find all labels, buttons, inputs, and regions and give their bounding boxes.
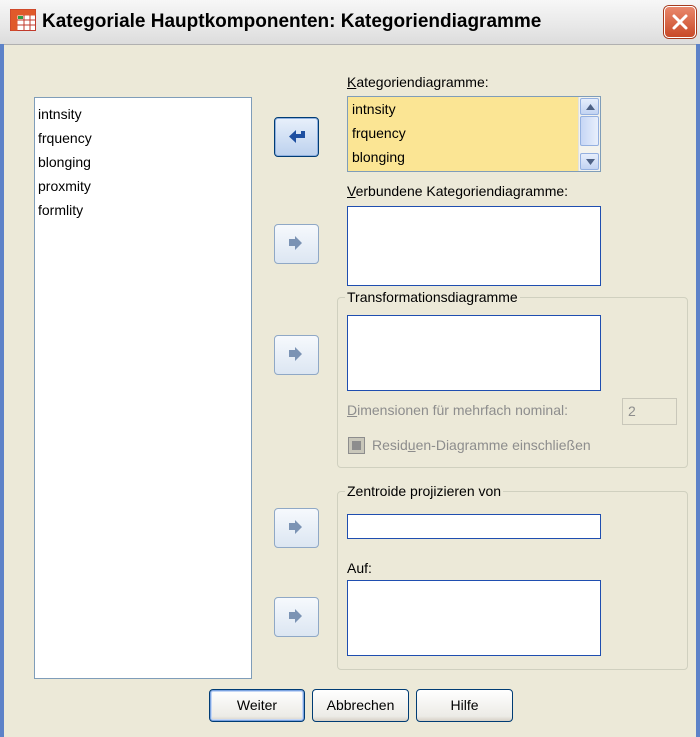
list-item[interactable]: intnsity xyxy=(348,97,600,121)
close-button[interactable] xyxy=(664,6,696,38)
dimensions-field[interactable]: 2 xyxy=(622,398,677,425)
arrow-right-icon xyxy=(289,609,302,623)
list-item[interactable]: frquency xyxy=(348,121,600,145)
list-item[interactable]: blonging xyxy=(35,150,251,174)
project-centroids-legend: Zentroide projizieren von xyxy=(345,483,504,499)
arrow-right-icon xyxy=(289,236,302,250)
transformation-plots-list[interactable] xyxy=(347,315,601,391)
category-plots-label: Kategoriendiagramme: xyxy=(347,74,489,90)
joint-category-plots-label: Verbundene Kategoriendiagramme: xyxy=(347,183,569,199)
move-transformation-plots-button[interactable] xyxy=(274,335,319,375)
close-icon xyxy=(672,14,688,30)
arrow-right-icon xyxy=(289,347,302,361)
category-plots-scrollbar[interactable] xyxy=(578,97,600,171)
dimensions-label: Dimensionen für mehrfach nominal: xyxy=(347,402,569,418)
window-title: Kategoriale Hauptkomponenten: Kategorien… xyxy=(42,11,542,32)
move-project-onto-button[interactable] xyxy=(274,597,319,637)
residuals-label: Residuen-Diagramme einschließen xyxy=(372,437,591,453)
scroll-down-button[interactable] xyxy=(580,153,599,170)
scroll-thumb[interactable] xyxy=(580,116,599,146)
joint-category-plots-list[interactable] xyxy=(347,206,601,286)
chevron-up-icon xyxy=(586,104,595,110)
list-item[interactable]: formlity xyxy=(35,198,251,222)
residuals-checkbox[interactable] xyxy=(348,437,365,454)
dialog-window: Kategoriale Hauptkomponenten: Kategorien… xyxy=(0,0,700,737)
cancel-button[interactable]: Abbrechen xyxy=(312,689,409,722)
source-variable-list[interactable]: intnsity frquency blonging proxmity form… xyxy=(34,97,252,679)
help-button[interactable]: Hilfe xyxy=(416,689,513,722)
spss-table-icon xyxy=(10,9,36,31)
chevron-down-icon xyxy=(586,159,595,165)
project-onto-list[interactable] xyxy=(347,580,601,656)
title-bar[interactable]: Kategoriale Hauptkomponenten: Kategorien… xyxy=(0,0,700,45)
move-back-category-plots-button[interactable] xyxy=(274,117,319,157)
list-item[interactable]: blonging xyxy=(348,145,600,169)
project-onto-label: Auf: xyxy=(347,560,372,576)
continue-button[interactable]: Weiter xyxy=(209,689,305,722)
move-project-from-button[interactable] xyxy=(274,508,319,548)
category-plots-list[interactable]: intnsity frquency blonging xyxy=(347,96,601,172)
list-item[interactable]: frquency xyxy=(35,126,251,150)
project-from-field[interactable] xyxy=(347,514,601,539)
window-frame-left xyxy=(0,44,4,737)
window-frame-right xyxy=(696,44,700,737)
list-item[interactable]: intnsity xyxy=(35,102,251,126)
arrow-right-icon xyxy=(289,520,302,534)
arrow-left-icon xyxy=(289,130,305,143)
list-item[interactable]: proxmity xyxy=(35,174,251,198)
scroll-up-button[interactable] xyxy=(580,98,599,115)
move-joint-category-plots-button[interactable] xyxy=(274,224,319,264)
transformation-plots-legend: Transformationsdiagramme xyxy=(345,289,520,305)
